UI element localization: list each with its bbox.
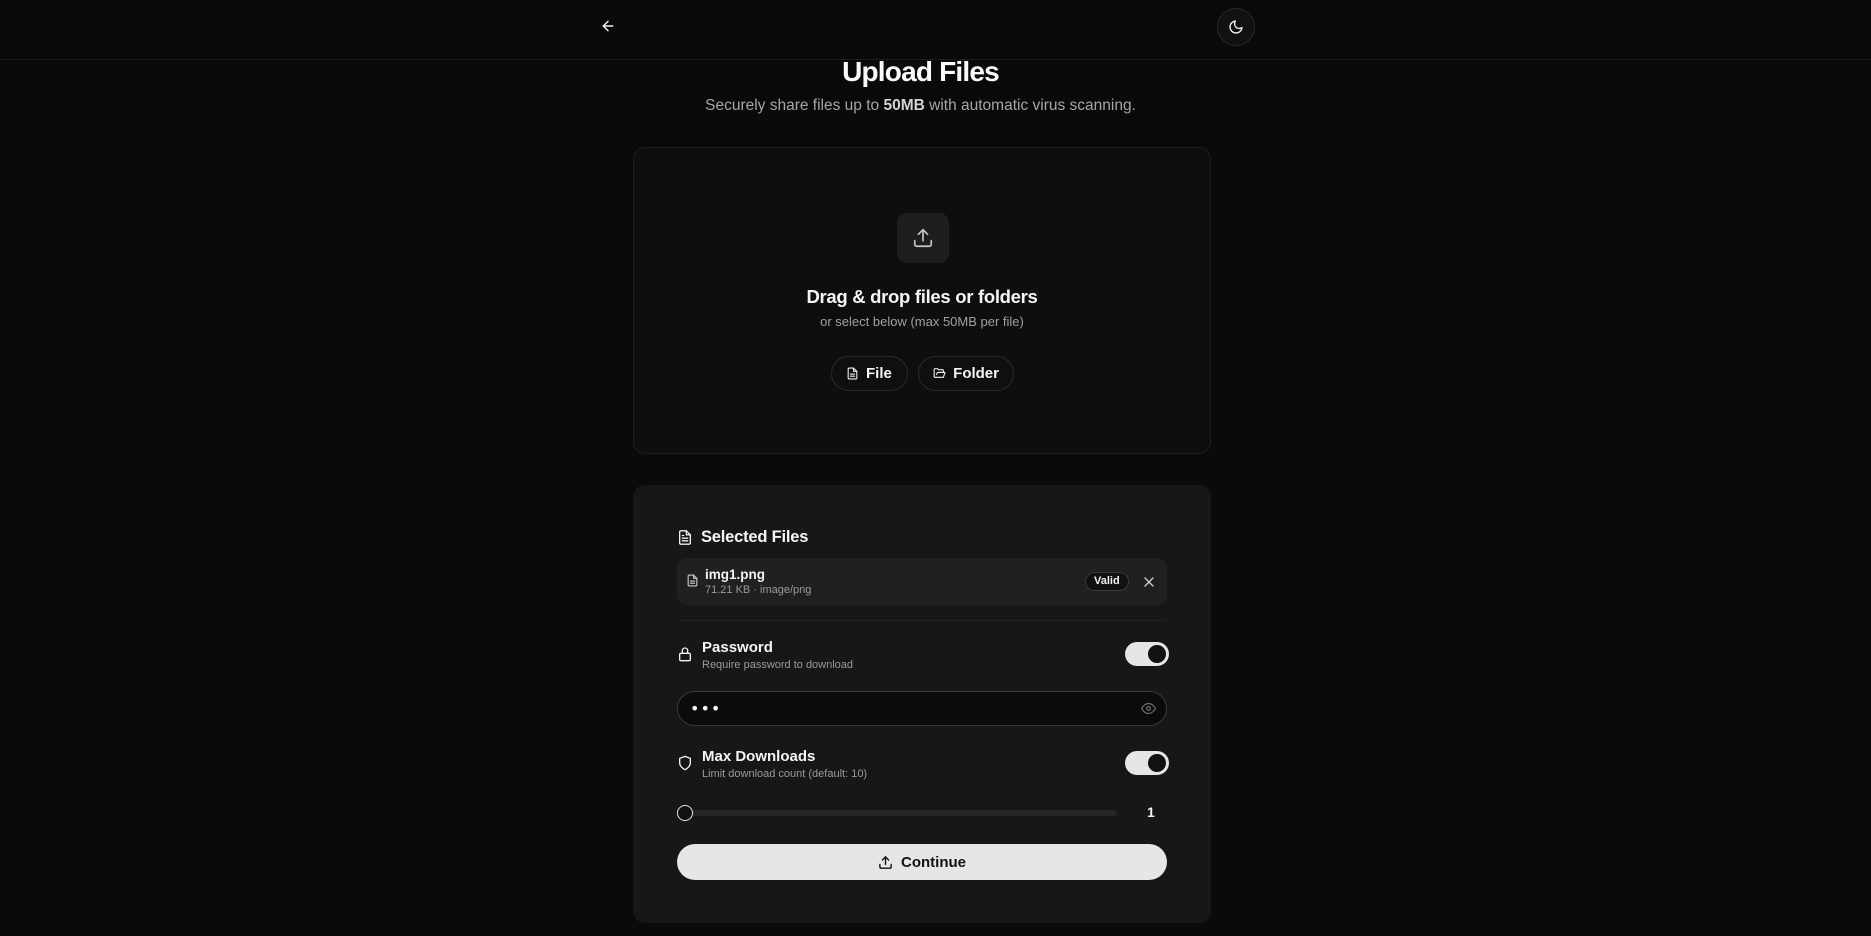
password-description: Require password to download bbox=[702, 659, 854, 671]
toggle-knob bbox=[1148, 645, 1166, 663]
max-downloads-title: Max Downloads bbox=[702, 748, 816, 765]
show-password-button[interactable] bbox=[1141, 701, 1157, 717]
status-badge: Valid bbox=[1085, 572, 1129, 591]
password-field[interactable] bbox=[677, 691, 1167, 726]
divider bbox=[677, 620, 1167, 621]
eye-icon bbox=[1141, 702, 1156, 715]
folder-open-icon bbox=[933, 368, 946, 378]
file-icon bbox=[686, 573, 699, 588]
file-text-icon bbox=[679, 530, 691, 545]
dropzone-subtitle: or select below (max 50MB per file) bbox=[820, 314, 1024, 329]
password-toggle[interactable] bbox=[1125, 642, 1169, 666]
size-limit: 50MB bbox=[883, 97, 925, 114]
max-downloads-description: Limit download count (default: 10) bbox=[702, 768, 868, 780]
subtitle-text: Securely share files up to bbox=[705, 97, 884, 114]
drop-zone[interactable]: Drag & drop files or folders or select b… bbox=[633, 147, 1211, 454]
file-name: img1.png bbox=[705, 567, 765, 582]
max-downloads-toggle[interactable] bbox=[1125, 751, 1169, 775]
folder-button-label: Folder bbox=[953, 365, 999, 382]
dropzone-title: Drag & drop files or folders bbox=[806, 286, 1038, 307]
upload-icon-box bbox=[897, 213, 949, 263]
upload-icon bbox=[913, 228, 933, 248]
continue-button[interactable]: Continue bbox=[677, 844, 1167, 880]
top-bar bbox=[0, 0, 1871, 60]
toggle-knob bbox=[1148, 754, 1166, 772]
continue-label: Continue bbox=[901, 853, 966, 871]
theme-toggle-button[interactable] bbox=[1217, 8, 1255, 46]
upload-settings-panel: Selected Files img1.png 71.21 KB · image… bbox=[633, 485, 1211, 923]
slider-thumb[interactable] bbox=[677, 805, 693, 821]
close-icon bbox=[1144, 577, 1154, 587]
selected-files-heading: Selected Files bbox=[677, 528, 808, 547]
upload-icon bbox=[879, 855, 892, 869]
file-icon bbox=[847, 367, 858, 380]
moon-icon bbox=[1229, 20, 1243, 34]
max-downloads-value: 1 bbox=[1147, 804, 1155, 820]
arrow-left-icon bbox=[602, 20, 614, 32]
selected-files-label: Selected Files bbox=[701, 528, 809, 546]
shield-icon bbox=[677, 754, 693, 772]
select-folder-button[interactable]: Folder bbox=[918, 356, 1014, 391]
page-subtitle: Securely share files up to 50MB with aut… bbox=[0, 97, 1841, 115]
back-button[interactable] bbox=[596, 12, 620, 40]
subtitle-text-end: with automatic virus scanning. bbox=[924, 97, 1136, 114]
file-button-label: File bbox=[866, 365, 892, 382]
remove-file-button[interactable] bbox=[1141, 574, 1157, 590]
file-meta: 71.21 KB · image/png bbox=[705, 584, 812, 596]
list-item: img1.png 71.21 KB · image/png Valid bbox=[677, 558, 1167, 605]
lock-icon bbox=[677, 645, 693, 663]
select-file-button[interactable]: File bbox=[831, 356, 908, 391]
page-title: Upload Files bbox=[842, 56, 1000, 87]
max-downloads-slider[interactable] bbox=[677, 805, 1117, 821]
password-title: Password bbox=[702, 639, 773, 656]
